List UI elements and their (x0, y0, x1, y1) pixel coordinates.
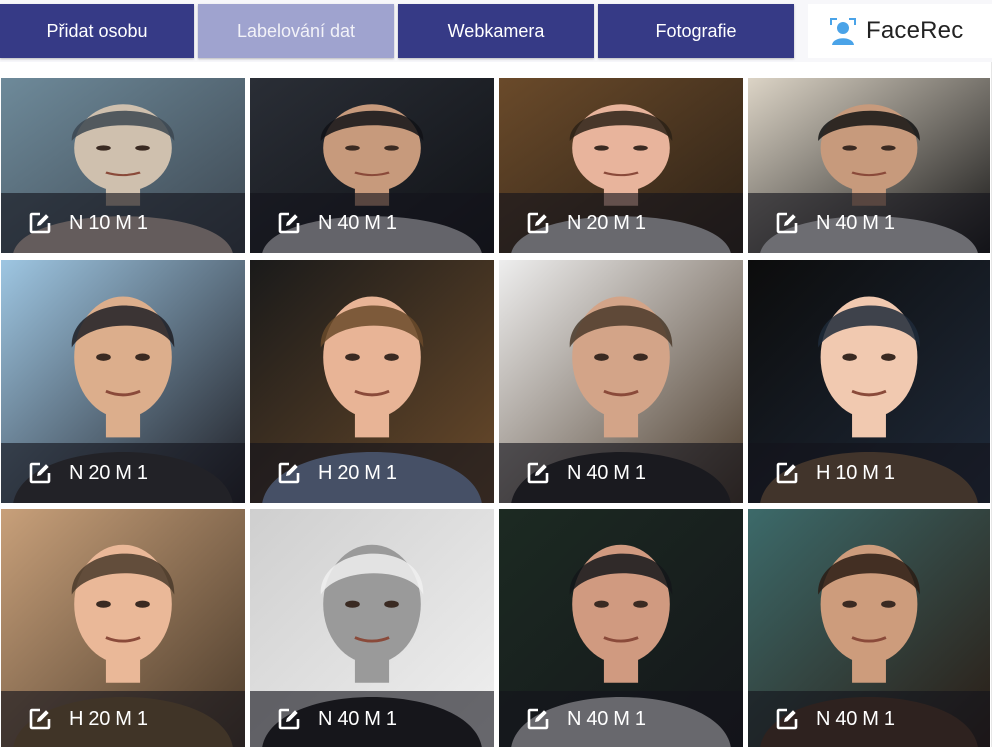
tab-photos[interactable]: Fotografie (598, 4, 794, 58)
face-card[interactable]: N 20 M 1 (1, 260, 245, 503)
card-caption-bar: H 20 M 1 (1, 691, 245, 747)
person-silhouette-icon (828, 16, 858, 46)
card-caption-bar: N 10 M 1 (1, 193, 245, 253)
card-caption-bar: N 40 M 1 (748, 691, 990, 747)
card-label: N 10 M 1 (69, 211, 148, 234)
brand-logo: FaceRec (808, 4, 992, 58)
face-card[interactable]: N 10 M 1 (1, 78, 245, 253)
card-label: H 20 M 1 (318, 461, 397, 484)
face-card[interactable]: N 40 M 1 (499, 509, 743, 747)
face-card[interactable]: N 20 M 1 (499, 78, 743, 253)
card-label: N 40 M 1 (567, 707, 646, 730)
card-caption-bar: N 40 M 1 (748, 193, 990, 253)
card-label: N 40 M 1 (318, 707, 397, 730)
face-card[interactable]: H 20 M 1 (250, 260, 494, 503)
edit-icon[interactable] (527, 212, 549, 234)
card-label: N 40 M 1 (816, 707, 895, 730)
card-caption-bar: N 20 M 1 (1, 443, 245, 503)
tab-data-labeling[interactable]: Labelování dat (198, 4, 394, 58)
brand-name: FaceRec (866, 17, 964, 44)
card-caption-bar: N 40 M 1 (250, 193, 494, 253)
edit-icon[interactable] (776, 708, 798, 730)
card-label: N 40 M 1 (318, 211, 397, 234)
tab-add-person[interactable]: Přidat osobu (0, 4, 194, 58)
edit-icon[interactable] (278, 462, 300, 484)
edit-icon[interactable] (278, 708, 300, 730)
edit-icon[interactable] (29, 708, 51, 730)
face-card[interactable]: N 40 M 1 (250, 78, 494, 253)
card-label: N 20 M 1 (69, 461, 148, 484)
edit-icon[interactable] (527, 708, 549, 730)
tab-webcam[interactable]: Webkamera (398, 4, 594, 58)
card-caption-bar: H 10 M 1 (748, 443, 990, 503)
card-label: H 20 M 1 (69, 707, 148, 730)
top-navigation: Přidat osobu Labelování dat Webkamera Fo… (0, 0, 992, 62)
face-card[interactable]: N 40 M 1 (748, 509, 990, 747)
photo-grid: N 10 M 1 N 40 M 1 N 20 M 1 N 40 M 1 N 20… (0, 78, 992, 747)
face-card[interactable]: N 40 M 1 (748, 78, 990, 253)
edit-icon[interactable] (527, 462, 549, 484)
face-card[interactable]: N 40 M 1 (499, 260, 743, 503)
card-label: H 10 M 1 (816, 461, 895, 484)
face-card[interactable]: H 10 M 1 (748, 260, 990, 503)
card-caption-bar: N 40 M 1 (499, 691, 743, 747)
edit-icon[interactable] (776, 212, 798, 234)
edit-icon[interactable] (29, 212, 51, 234)
card-label: N 20 M 1 (567, 211, 646, 234)
face-card[interactable]: N 40 M 1 (250, 509, 494, 747)
card-label: N 40 M 1 (816, 211, 895, 234)
card-label: N 40 M 1 (567, 461, 646, 484)
card-caption-bar: N 20 M 1 (499, 193, 743, 253)
edit-icon[interactable] (29, 462, 51, 484)
card-caption-bar: N 40 M 1 (250, 691, 494, 747)
edit-icon[interactable] (278, 212, 300, 234)
edit-icon[interactable] (776, 462, 798, 484)
face-card[interactable]: H 20 M 1 (1, 509, 245, 747)
card-caption-bar: H 20 M 1 (250, 443, 494, 503)
card-caption-bar: N 40 M 1 (499, 443, 743, 503)
